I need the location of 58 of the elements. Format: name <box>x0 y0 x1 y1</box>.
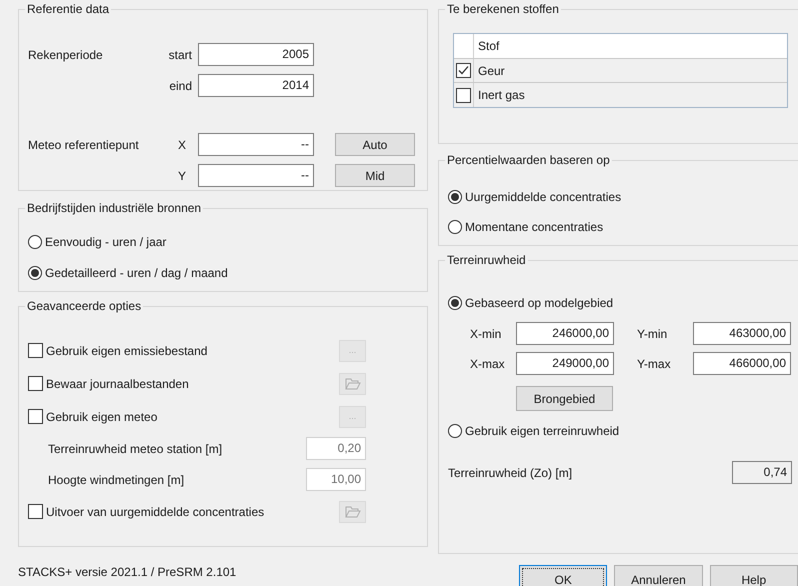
dialog-button[interactable]: OK <box>519 565 608 586</box>
radio-label: Gebaseerd op modelgebied <box>465 295 614 312</box>
checkbox-label: Uitvoer van uurgemiddelde concentraties <box>46 504 264 520</box>
group-title: Percentielwaarden baseren op <box>445 152 612 168</box>
result-field: 0,74 <box>732 461 792 484</box>
field-label: Y-min <box>637 326 668 342</box>
folder-icon <box>344 378 360 390</box>
coordinate-field[interactable]: 249000,00 <box>516 352 614 375</box>
start-field[interactable]: 2005 <box>198 43 314 66</box>
field-label: Terreinruwheid meteo station [m] <box>47 440 222 458</box>
checkbox-label: Bewaar journaalbestanden <box>46 376 189 392</box>
group-title: Geavanceerde opties <box>25 298 144 314</box>
radio-button[interactable] <box>28 235 42 249</box>
radio-button[interactable] <box>448 190 462 204</box>
field-label: eind <box>168 78 193 94</box>
field-label: Rekenperiode <box>28 46 104 64</box>
checkbox[interactable] <box>456 63 471 78</box>
folder-icon <box>344 506 360 518</box>
radio-label: Gedetailleerd - uren / dag / maand <box>45 265 228 282</box>
coordinate-field[interactable]: 246000,00 <box>516 322 614 345</box>
radio-label: Momentane concentraties <box>465 219 604 236</box>
radio-label: Eenvoudig - uren / jaar <box>45 234 166 251</box>
end-field[interactable]: 2014 <box>198 74 314 97</box>
radio-label: Gebruik eigen terreinruwheid <box>465 423 620 440</box>
radio-button[interactable] <box>448 296 462 310</box>
field-label: Meteo referentiepunt <box>28 136 140 154</box>
field-label: Y <box>176 168 187 184</box>
group-title: Bedrijfstijden industriële bronnen <box>25 200 204 216</box>
auto-button[interactable]: Auto <box>335 133 415 156</box>
column-header: Stof <box>477 38 500 55</box>
radio-button[interactable] <box>448 220 462 234</box>
area-button[interactable]: Brongebied <box>516 386 613 411</box>
field-label: X-max <box>470 356 506 372</box>
table-cell-text: Geur <box>477 62 505 80</box>
field-label: Terreinruwheid (Zo) [m] <box>448 464 572 482</box>
field-label: X-min <box>470 326 502 342</box>
coordinate-field[interactable]: 466000,00 <box>693 352 791 375</box>
dialog-button[interactable]: Annuleren <box>614 565 703 586</box>
version-text: STACKS+ versie 2021.1 / PreSRM 2.101 <box>18 564 238 581</box>
field-label: X <box>176 136 187 154</box>
field-label: Y-max <box>637 356 672 372</box>
x-field[interactable]: -- <box>198 133 314 156</box>
checkbox[interactable] <box>28 409 43 424</box>
checkbox[interactable] <box>28 343 43 358</box>
checkbox-label: Gebruik eigen emissiebestand <box>46 342 208 360</box>
checkbox[interactable] <box>28 504 43 519</box>
radio-button[interactable] <box>28 266 42 280</box>
checkbox-label: Gebruik eigen meteo <box>46 408 158 426</box>
mid-button[interactable]: Mid <box>335 164 415 187</box>
y-field[interactable]: -- <box>198 164 314 187</box>
field-label: start <box>168 46 193 64</box>
radio-label: Uurgemiddelde concentraties <box>465 189 622 206</box>
radio-button[interactable] <box>448 424 462 438</box>
table-cell-text: Inert gas <box>477 87 525 104</box>
field-label: Hoogte windmetingen [m] <box>47 472 184 488</box>
checkbox[interactable] <box>28 376 43 391</box>
checkbox[interactable] <box>456 88 471 102</box>
coordinate-field[interactable]: 463000,00 <box>693 322 791 345</box>
